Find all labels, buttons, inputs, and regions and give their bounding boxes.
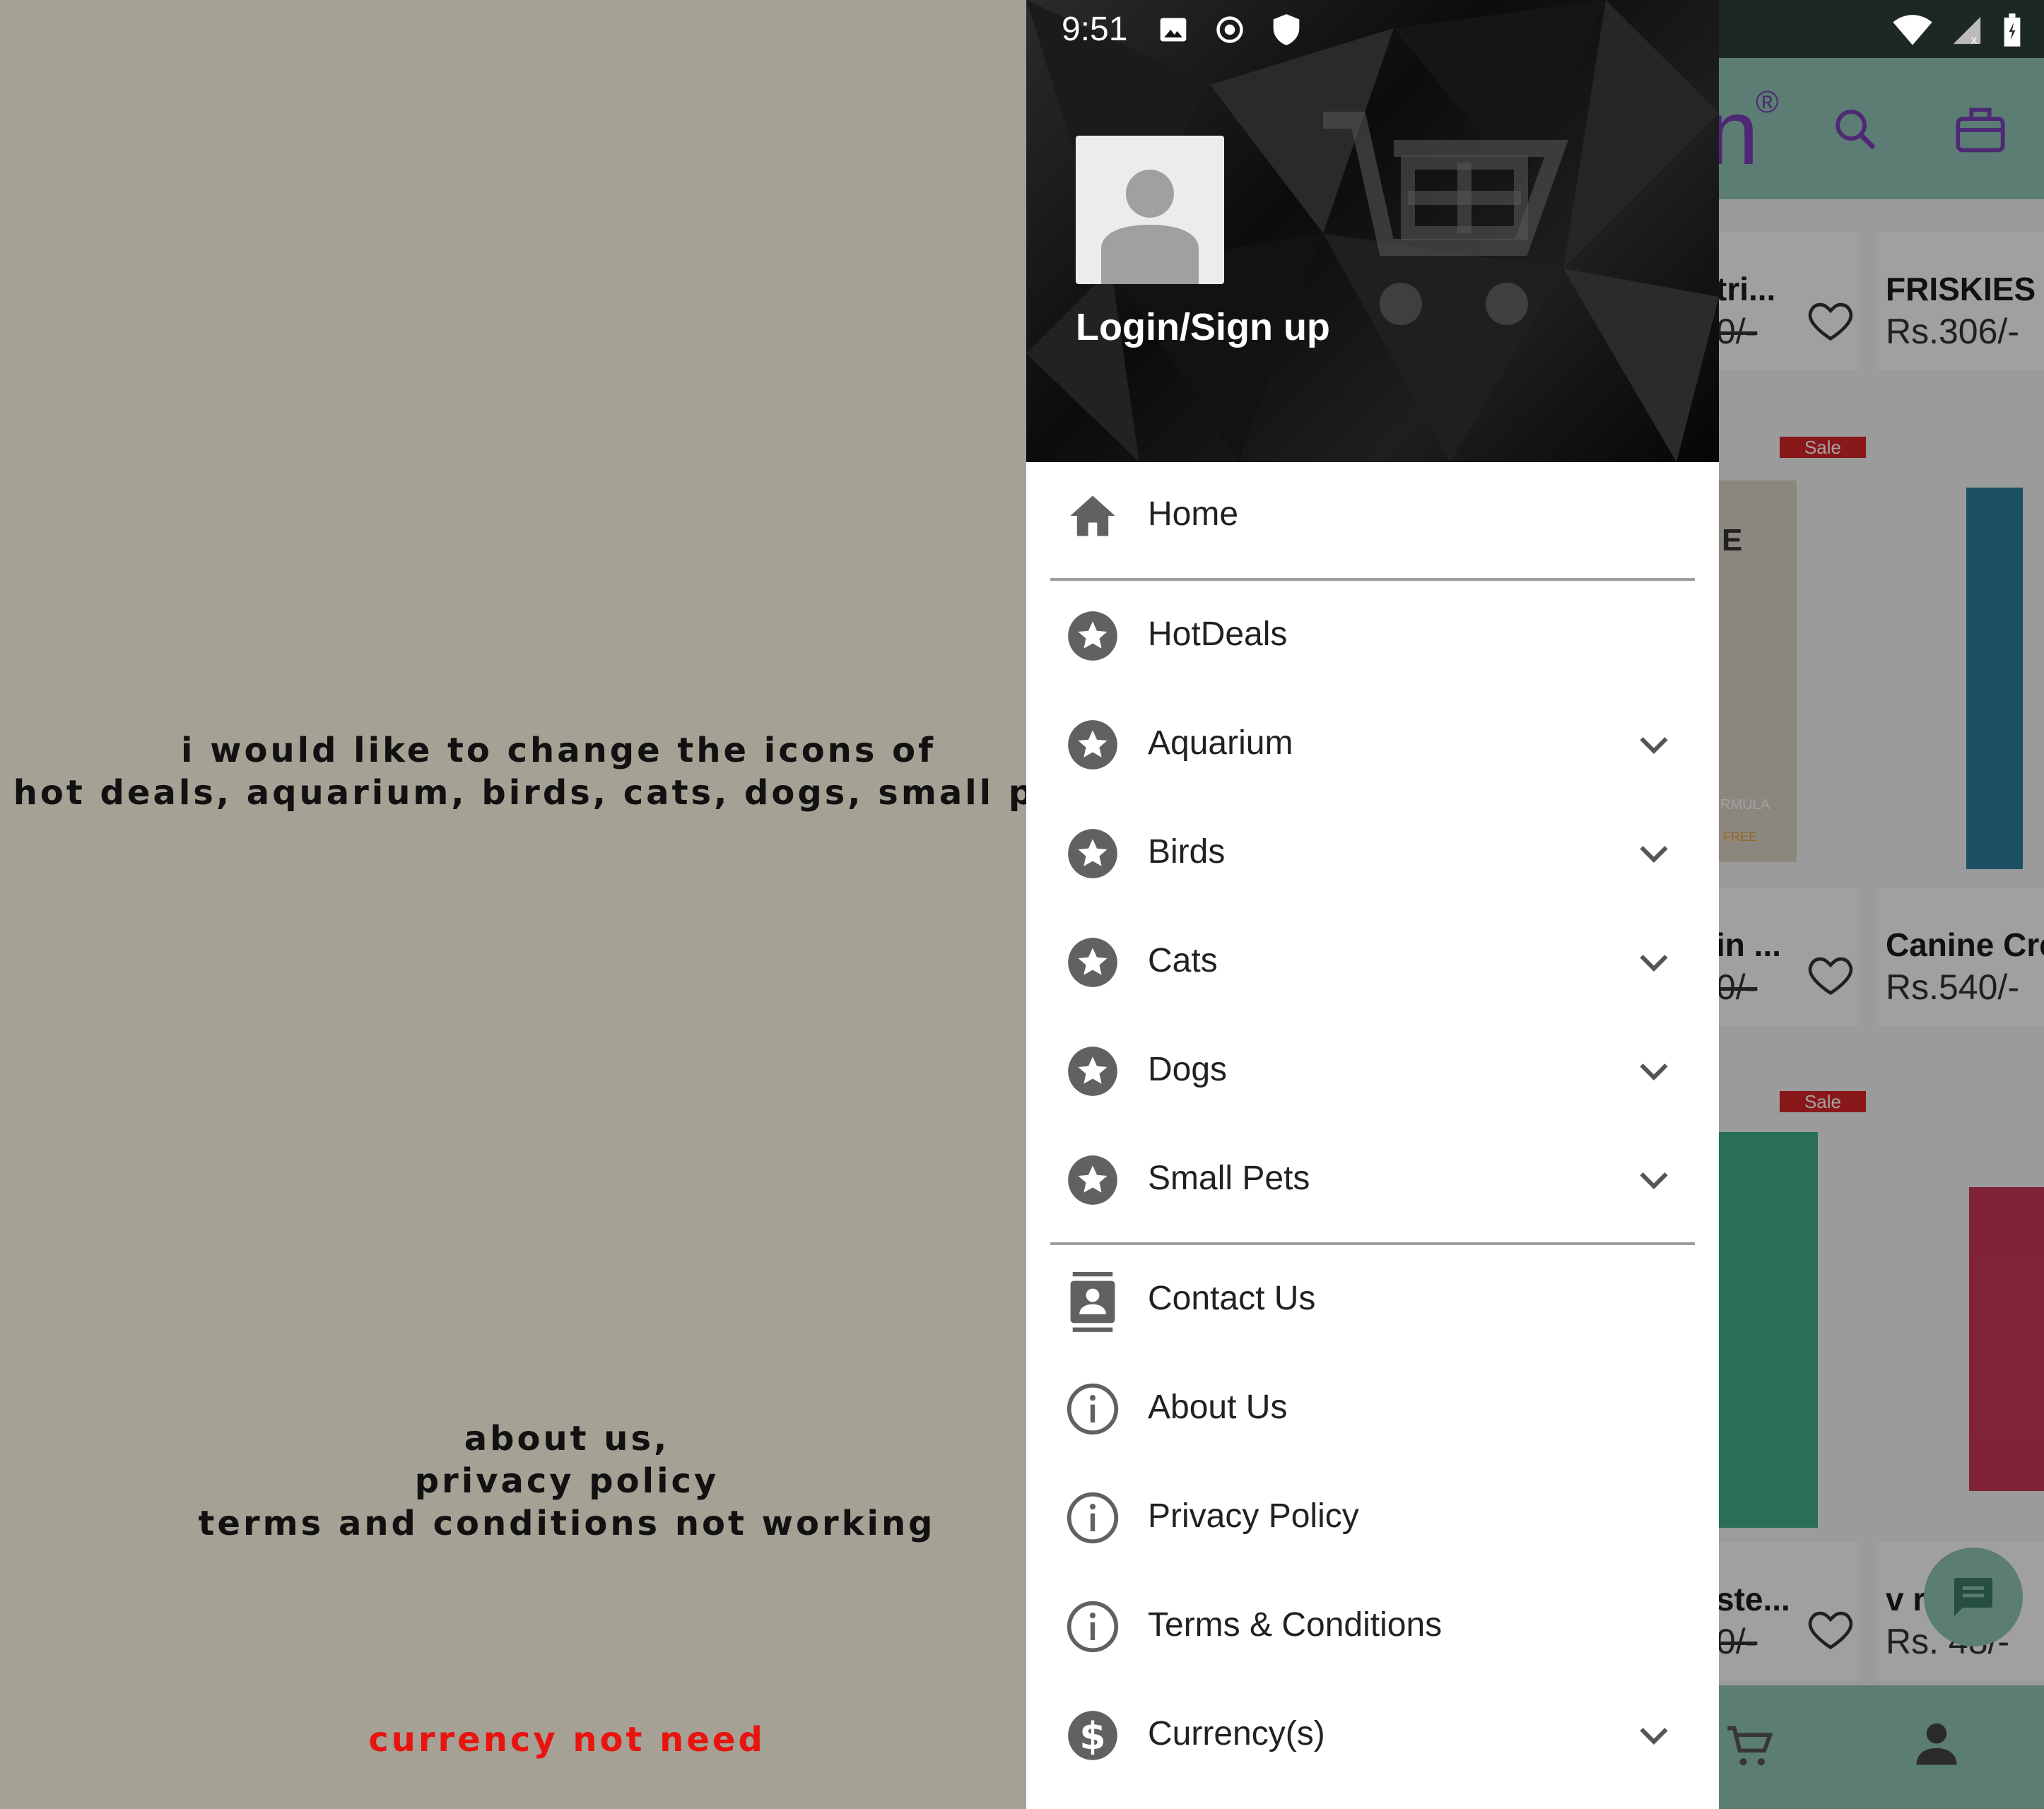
menu-item-hotdeals[interactable]: HotDeals [1026,582,1719,688]
person-icon [1101,170,1199,284]
drawer-scrim[interactable] [1719,0,2044,1809]
star-icon [1068,1047,1117,1096]
background-app: n ® tri... 0/- FRISKIES I Rs.306/- Sale … [1719,0,2044,1809]
chevron-down-icon[interactable] [1633,1714,1675,1757]
cart-watermark-icon [1323,112,1569,325]
menu-item-privacy-policy[interactable]: Privacy Policy [1026,1464,1719,1570]
menu-label-privacy-policy: Privacy Policy [1148,1497,1359,1535]
icons-note-line-2: hot deals, aquarium, birds, cats, dogs, … [13,773,1104,813]
radio-icon [1216,16,1243,43]
star-icon [1068,829,1117,878]
drawer-header: 9:51 Login/Sign up [1026,0,1719,462]
menu-label-currency: Currency(s) [1148,1715,1325,1752]
menu-item-about-us[interactable]: About Us [1026,1355,1719,1461]
links-note-line-2: privacy policy [414,1461,719,1501]
menu-label-hotdeals: HotDeals [1148,615,1288,653]
chevron-down-icon[interactable] [1633,832,1675,875]
image-icon [1160,18,1187,42]
divider [1050,1242,1695,1245]
navigation-drawer: 9:51 Login/Sign up Home HotDeals Aquariu… [1026,0,1719,1809]
chevron-down-icon[interactable] [1633,1050,1675,1092]
info-icon [1067,1492,1119,1544]
links-note-line-3: terms and conditions not working [198,1504,936,1543]
login-signup-link[interactable]: Login/Sign up [1076,305,1330,349]
menu-item-aquarium[interactable]: Aquarium [1026,691,1719,797]
menu-label-dogs: Dogs [1148,1051,1228,1088]
links-note-line-1: about us, [464,1419,670,1459]
battery-icon [2004,13,2021,47]
menu-item-small-pets[interactable]: Small Pets [1026,1126,1719,1232]
home-icon [1070,495,1115,536]
star-icon [1068,611,1117,661]
menu-label-home: Home [1148,495,1239,533]
chevron-down-icon[interactable] [1633,941,1675,984]
menu-label-birds: Birds [1148,833,1226,871]
icons-note: i would like to change the icons of hot … [0,729,1124,814]
star-icon [1068,938,1117,987]
star-icon [1068,1155,1117,1205]
wifi-icon [1893,15,1932,45]
menu-item-home[interactable]: Home [1026,464,1719,570]
menu-label-about-us: About Us [1148,1389,1288,1426]
dollar-icon: $ [1068,1711,1117,1760]
chevron-down-icon[interactable] [1633,724,1675,766]
menu-label-small-pets: Small Pets [1148,1160,1310,1197]
divider [1050,578,1695,581]
info-icon [1067,1383,1119,1435]
status-time: 9:51 [1062,11,1128,48]
menu-label-terms: Terms & Conditions [1148,1606,1443,1644]
info-icon [1067,1601,1119,1653]
menu-label-cats: Cats [1148,942,1218,979]
menu-item-currency[interactable]: $ Currency(s) [1026,1682,1719,1788]
menu-item-dogs[interactable]: Dogs [1026,1018,1719,1124]
system-icons: x [1893,13,2023,48]
signal-icon: x [1953,16,1981,47]
icons-note-line-1: i would like to change the icons of [180,731,936,770]
menu-label-contact-us: Contact Us [1148,1280,1316,1317]
contact-icon [1070,1272,1115,1332]
menu-item-terms[interactable]: Terms & Conditions [1026,1573,1719,1679]
star-icon [1068,720,1117,770]
menu-item-contact-us[interactable]: Contact Us [1026,1247,1719,1353]
currency-note: currency not need [368,1720,765,1760]
avatar[interactable] [1076,136,1224,284]
menu-item-birds[interactable]: Birds [1026,800,1719,906]
annotation-panel: i would like to change the icons of hot … [0,0,1100,1809]
status-icons [1158,13,1302,47]
menu-item-cats[interactable]: Cats [1026,909,1719,1015]
svg-text:$: $ [1079,1714,1105,1758]
shield-icon [1273,14,1300,45]
links-note: about us, privacy policy terms and condi… [1,1418,1132,1545]
menu-label-aquarium: Aquarium [1148,724,1293,762]
svg-text:x: x [1971,33,1978,47]
chevron-down-icon[interactable] [1633,1159,1675,1201]
